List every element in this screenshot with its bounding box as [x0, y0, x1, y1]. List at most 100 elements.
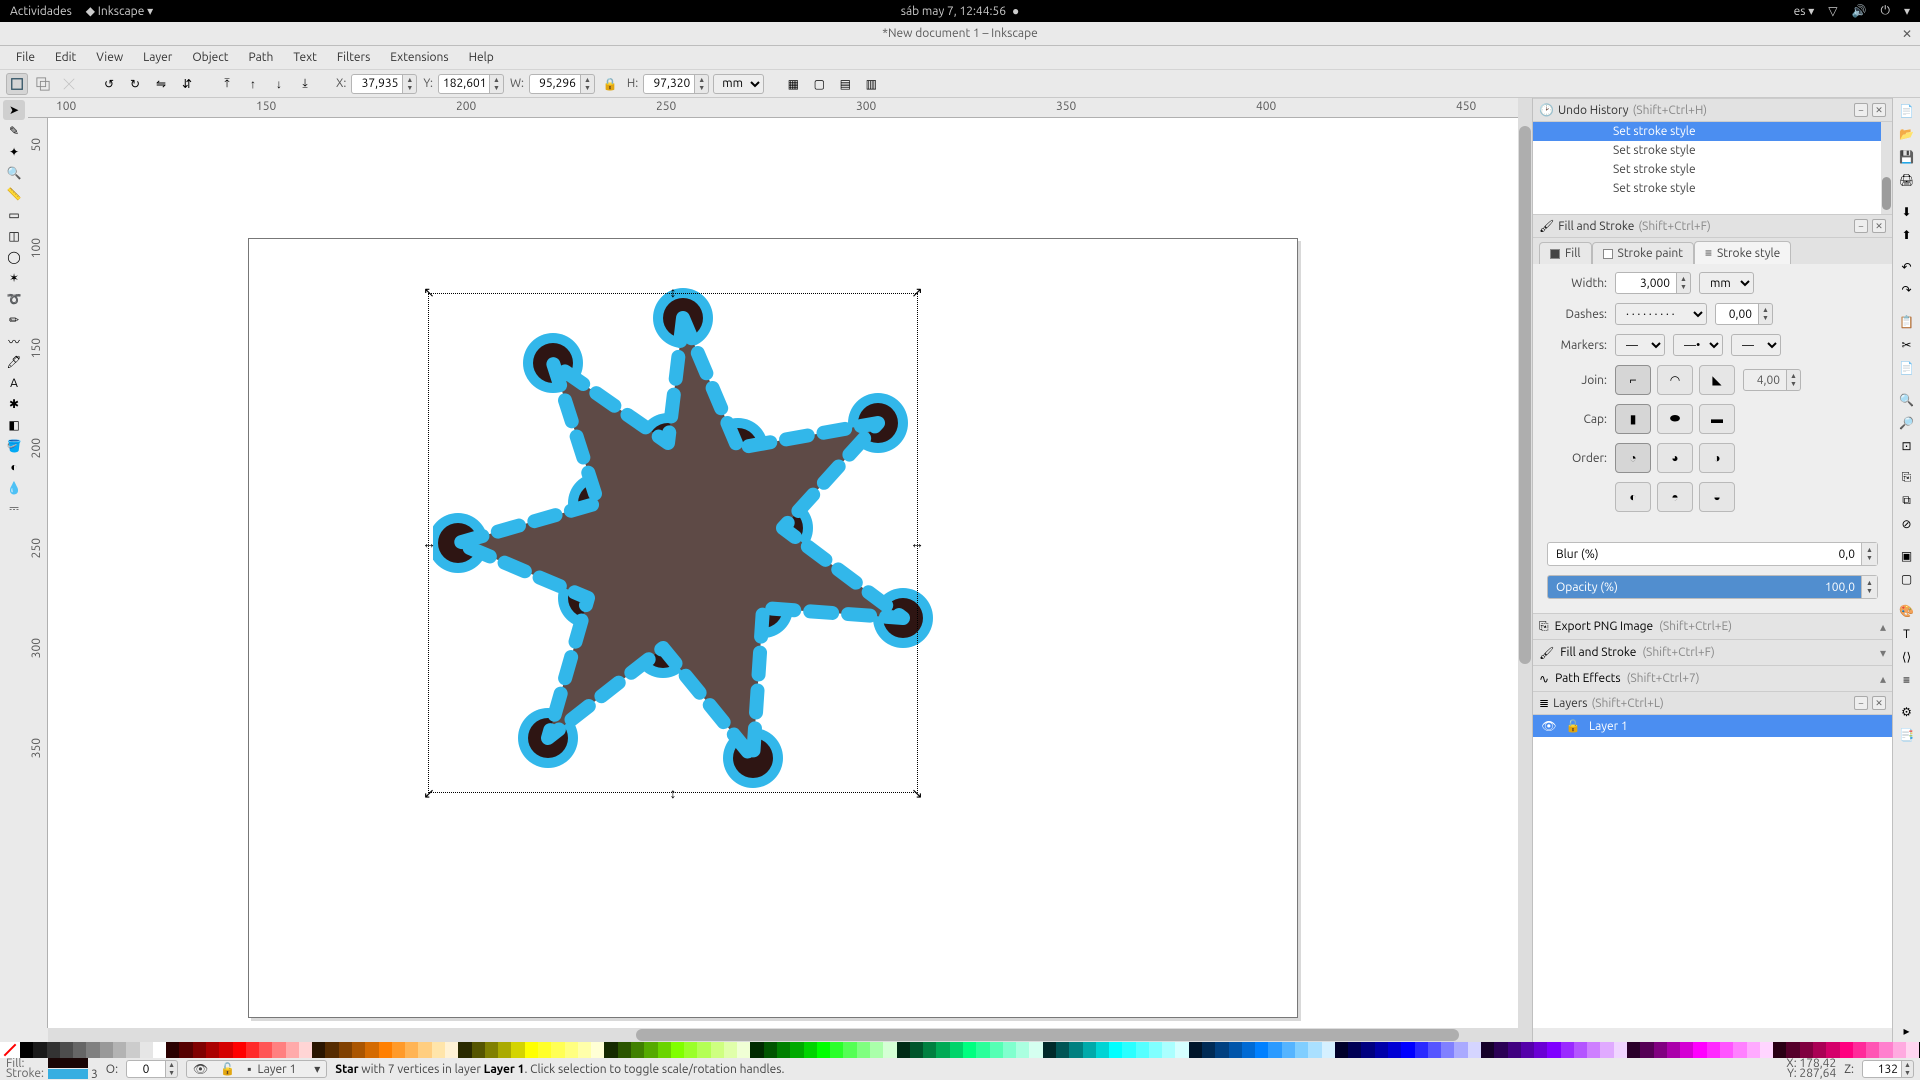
rotate-ccw-button[interactable]: ↺: [98, 73, 120, 95]
menu-filters[interactable]: Filters: [329, 49, 378, 66]
palette-swatch[interactable]: [764, 1042, 777, 1058]
menu-extensions[interactable]: Extensions: [382, 49, 456, 66]
undo-row[interactable]: Set stroke style: [1533, 179, 1892, 198]
handle-s[interactable]: ↕: [666, 786, 680, 800]
palette-swatch[interactable]: [392, 1042, 405, 1058]
gradient-tool[interactable]: ◐: [3, 457, 25, 477]
undo-row[interactable]: Set stroke style: [1533, 141, 1892, 160]
rect-tool[interactable]: ▭: [3, 205, 25, 225]
palette-swatch[interactable]: [936, 1042, 949, 1058]
app-menu[interactable]: ◆ Inkscape ▾: [86, 4, 153, 18]
color-palette[interactable]: [0, 1042, 1920, 1058]
palette-swatch[interactable]: [910, 1042, 923, 1058]
palette-swatch[interactable]: [565, 1042, 578, 1058]
palette-swatch[interactable]: [299, 1042, 312, 1058]
undo-scrollbar[interactable]: [1881, 122, 1892, 214]
menu-text[interactable]: Text: [285, 49, 325, 66]
window-close-button[interactable]: ✕: [1902, 27, 1912, 41]
palette-swatch[interactable]: [631, 1042, 644, 1058]
palette-swatch[interactable]: [1282, 1042, 1295, 1058]
palette-swatch[interactable]: [1043, 1042, 1056, 1058]
blur-slider[interactable]: Blur (%) 0,0 ▲▼: [1547, 542, 1878, 566]
order-4-button[interactable]: ◐: [1615, 482, 1651, 512]
palette-swatch[interactable]: [1083, 1042, 1096, 1058]
palette-swatch[interactable]: [485, 1042, 498, 1058]
tab-stroke-paint[interactable]: Stroke paint: [1592, 242, 1694, 264]
palette-swatch[interactable]: [498, 1042, 511, 1058]
palette-swatch[interactable]: [724, 1042, 737, 1058]
canvas-scrollbar-h[interactable]: [48, 1028, 1518, 1042]
order-1-button[interactable]: ◔: [1615, 443, 1651, 473]
handle-e[interactable]: ↔: [910, 536, 924, 550]
palette-swatch[interactable]: [790, 1042, 803, 1058]
lock-aspect-button[interactable]: 🔒: [599, 73, 621, 95]
palette-swatch[interactable]: [1853, 1042, 1866, 1058]
palette-swatch[interactable]: [352, 1042, 365, 1058]
h-input[interactable]: [643, 74, 695, 94]
palette-swatch[interactable]: [1481, 1042, 1494, 1058]
palette-swatch[interactable]: [551, 1042, 564, 1058]
keyboard-indicator[interactable]: es ▾: [1794, 4, 1815, 18]
palette-swatch[interactable]: [1707, 1042, 1720, 1058]
palette-swatch[interactable]: [1069, 1042, 1082, 1058]
snap-clone-icon[interactable]: ⧉: [1896, 490, 1918, 512]
palette-swatch[interactable]: [817, 1042, 830, 1058]
palette-swatch[interactable]: [1122, 1042, 1135, 1058]
palette-swatch[interactable]: [1627, 1042, 1640, 1058]
palette-swatch[interactable]: [578, 1042, 591, 1058]
undo-row[interactable]: Set stroke style: [1533, 122, 1892, 141]
palette-swatch[interactable]: [604, 1042, 617, 1058]
palette-swatch[interactable]: [1215, 1042, 1228, 1058]
rotate-cw-button[interactable]: ↻: [124, 73, 146, 95]
palette-swatch[interactable]: [1401, 1042, 1414, 1058]
palette-swatch[interactable]: [1162, 1042, 1175, 1058]
palette-swatch[interactable]: [1003, 1042, 1016, 1058]
menu-edit[interactable]: Edit: [47, 49, 84, 66]
panel-close-icon[interactable]: ✕: [1872, 219, 1886, 233]
affect-gradient-button[interactable]: ▤: [834, 73, 856, 95]
palette-swatch[interactable]: [990, 1042, 1003, 1058]
affect-pattern-button[interactable]: ▥: [860, 73, 882, 95]
tab-fill[interactable]: Fill: [1539, 242, 1592, 264]
export-png-header[interactable]: ⎘Export PNG Image (Shift+Ctrl+E)▴: [1533, 613, 1892, 639]
undo-history-header[interactable]: 🕑 Undo History (Shift+Ctrl+H) –✕: [1533, 98, 1892, 122]
palette-swatch[interactable]: [233, 1042, 246, 1058]
palette-swatch[interactable]: [1348, 1042, 1361, 1058]
join-miter-button[interactable]: ⌐: [1615, 365, 1651, 395]
unit-select[interactable]: mm: [713, 74, 764, 94]
palette-swatch[interactable]: [525, 1042, 538, 1058]
menu-object[interactable]: Object: [184, 49, 236, 66]
stroke-width-input[interactable]: [1615, 272, 1677, 294]
layers-header[interactable]: ≣ Layers (Shift+Ctrl+L) –✕: [1533, 691, 1892, 715]
palette-swatch[interactable]: [644, 1042, 657, 1058]
dropper-tool[interactable]: 💧: [3, 478, 25, 498]
palette-swatch[interactable]: [1494, 1042, 1507, 1058]
order-3-button[interactable]: ◑: [1699, 443, 1735, 473]
palette-swatch[interactable]: [1308, 1042, 1321, 1058]
palette-swatch[interactable]: [1879, 1042, 1892, 1058]
select-all-layers-button[interactable]: [6, 73, 28, 95]
snap-unlink-icon[interactable]: ⊘: [1896, 513, 1918, 535]
palette-swatch[interactable]: [1175, 1042, 1188, 1058]
snap-import-icon[interactable]: ⬇: [1896, 201, 1918, 223]
palette-swatch[interactable]: [1375, 1042, 1388, 1058]
snap-group-icon[interactable]: ▣: [1896, 545, 1918, 567]
opacity-slider[interactable]: Opacity (%) 100,0 ▲▼: [1547, 575, 1878, 599]
palette-swatch[interactable]: [591, 1042, 604, 1058]
palette-swatch[interactable]: [100, 1042, 113, 1058]
palette-swatch[interactable]: [950, 1042, 963, 1058]
palette-swatch[interactable]: [179, 1042, 192, 1058]
palette-swatch[interactable]: [259, 1042, 272, 1058]
palette-swatch[interactable]: [365, 1042, 378, 1058]
palette-swatch[interactable]: [1508, 1042, 1521, 1058]
zoom-input[interactable]: [1862, 1060, 1902, 1078]
palette-swatch[interactable]: [1654, 1042, 1667, 1058]
join-round-button[interactable]: ◠: [1657, 365, 1693, 395]
raise-top-button[interactable]: ⤒: [216, 73, 238, 95]
cap-square-button[interactable]: ▬: [1699, 404, 1735, 434]
deselect-button[interactable]: [58, 73, 80, 95]
palette-swatch[interactable]: [1428, 1042, 1441, 1058]
palette-swatch[interactable]: [1109, 1042, 1122, 1058]
order-2-button[interactable]: ◕: [1657, 443, 1693, 473]
palette-swatch[interactable]: [1149, 1042, 1162, 1058]
